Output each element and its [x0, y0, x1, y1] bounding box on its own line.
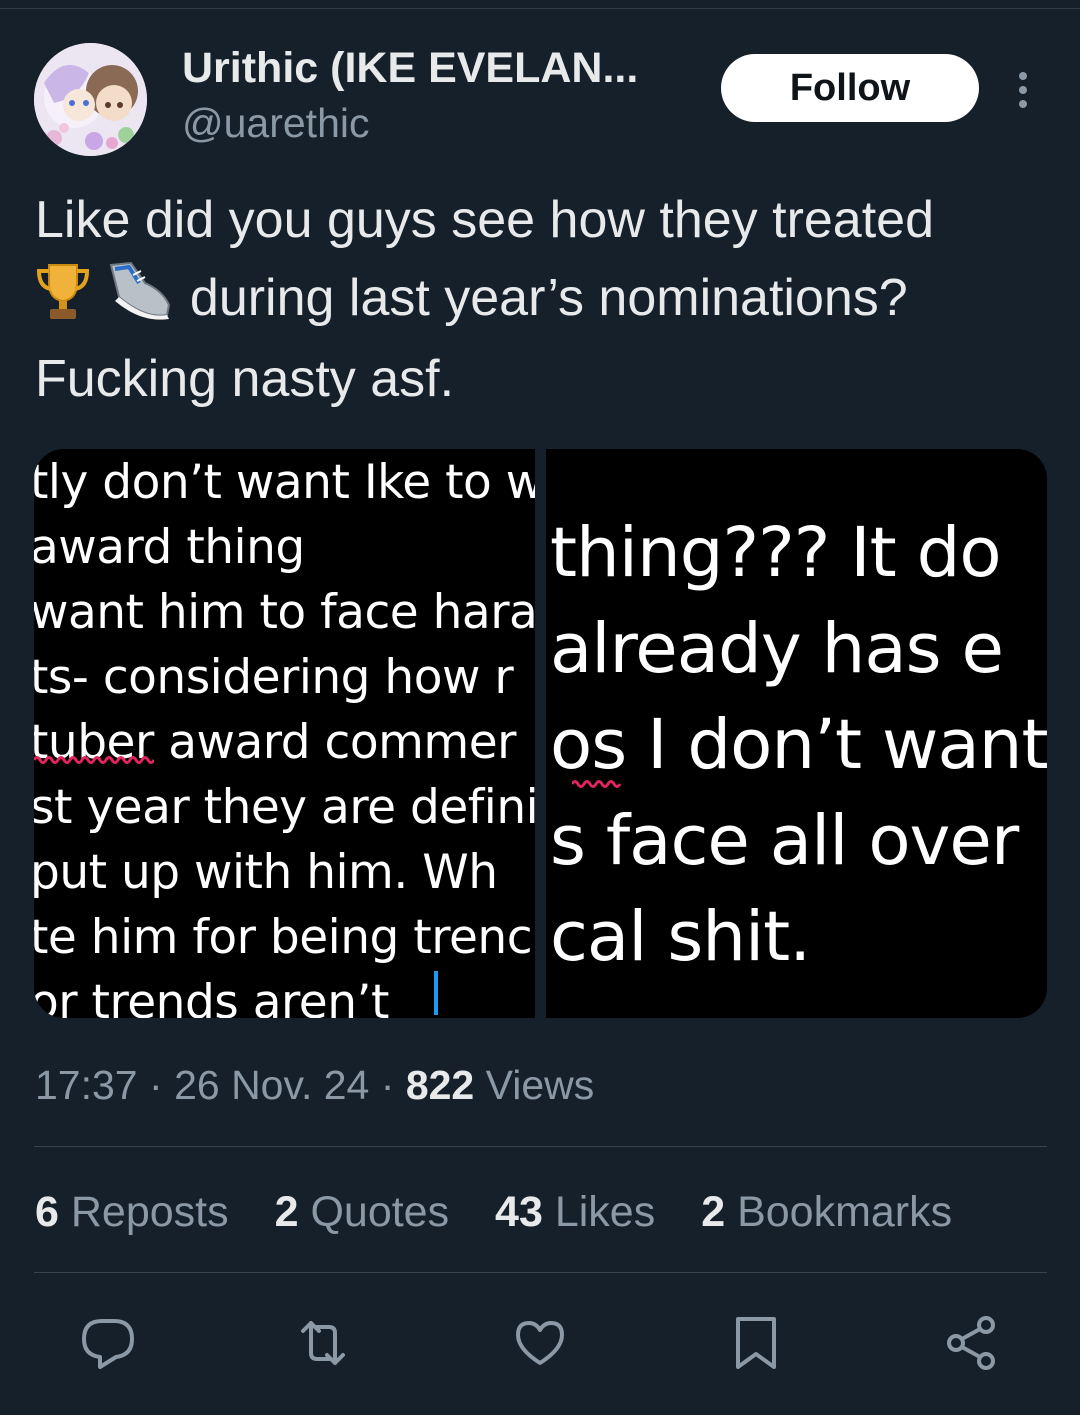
- media-image-left[interactable]: tly don’t want Ike to w award thing want…: [34, 449, 535, 1018]
- views-label: Views: [485, 1062, 595, 1108]
- tweet-line-2-text: during last year’s nominations?: [175, 269, 908, 327]
- tweet-date[interactable]: 26 Nov. 24: [174, 1062, 369, 1108]
- tweet-line-2: during last year’s nominations?: [35, 257, 1045, 343]
- reposts-stat[interactable]: 6 Reposts: [35, 1188, 229, 1236]
- media-grid[interactable]: tly don’t want Ike to w award thing want…: [34, 449, 1047, 1018]
- media-right-line: cal shit.: [550, 897, 811, 977]
- text-cursor: [434, 971, 438, 1015]
- quotes-label: Quotes: [310, 1188, 450, 1236]
- media-left-line: tly don’t want Ike to w: [34, 455, 535, 510]
- follow-button[interactable]: Follow: [721, 54, 979, 122]
- author-handle[interactable]: @uarethic: [182, 100, 369, 147]
- tweet-meta: 17:37 · 26 Nov. 24 · 822 Views: [35, 1062, 594, 1109]
- media-right-line: os I don’t want: [550, 705, 1047, 785]
- bookmarks-count: 2: [701, 1188, 726, 1236]
- like-icon[interactable]: [510, 1313, 570, 1373]
- tweet-line-3: Fucking nasty asf.: [35, 350, 455, 408]
- tweet-stats: 6 Reposts 2 Quotes 43 Likes 2 Bookmarks: [35, 1188, 986, 1237]
- likes-stat[interactable]: 43 Likes: [495, 1188, 655, 1236]
- avatar-image: [34, 43, 147, 156]
- meta-separator: ·: [380, 1062, 395, 1108]
- media-right-line: already has e: [550, 609, 1004, 689]
- likes-count: 43: [495, 1188, 543, 1236]
- media-image-right[interactable]: thing??? It do already has e os I don’t …: [546, 449, 1047, 1018]
- share-icon[interactable]: [942, 1313, 1002, 1373]
- spellcheck-underline-icon: [572, 780, 622, 788]
- avatar[interactable]: [34, 43, 147, 156]
- reposts-label: Reposts: [70, 1188, 229, 1236]
- media-left-line: st year they are defini: [34, 780, 535, 835]
- reply-icon[interactable]: [78, 1313, 138, 1373]
- bookmarks-label: Bookmarks: [737, 1188, 953, 1236]
- tweet-text: Like did you guys see how they treated d…: [35, 184, 1045, 416]
- tweet-line-1: Like did you guys see how they treated: [35, 191, 935, 249]
- reposts-count: 6: [35, 1188, 59, 1236]
- divider: [34, 1272, 1047, 1273]
- divider: [34, 1146, 1047, 1147]
- media-left-line: or trends aren’t: [34, 975, 389, 1018]
- quotes-count: 2: [274, 1188, 299, 1236]
- media-left-line: want him to face hara: [34, 585, 535, 640]
- media-left-line: ts- considering how r: [34, 650, 514, 705]
- repost-icon[interactable]: [293, 1313, 353, 1373]
- tweet-time[interactable]: 17:37: [35, 1062, 138, 1108]
- meta-separator: ·: [149, 1062, 163, 1108]
- views-count: 822: [405, 1062, 475, 1108]
- sneaker-emoji-icon: [105, 257, 175, 343]
- media-left-line: te him for being trenc: [34, 910, 533, 965]
- spellcheck-underline-icon: [34, 756, 154, 764]
- bookmark-icon[interactable]: [726, 1313, 786, 1373]
- media-right-line: s face all over: [550, 801, 1019, 881]
- media-right-line: thing??? It do: [550, 513, 1002, 593]
- quotes-stat[interactable]: 2 Quotes: [275, 1188, 450, 1236]
- trophy-emoji-icon: [35, 261, 91, 343]
- author-display-name[interactable]: Urithic (IKE EVELAN...: [182, 44, 638, 93]
- media-left-line: put up with him. Wh: [34, 845, 498, 900]
- more-options-icon[interactable]: [1010, 70, 1036, 110]
- media-left-line: award thing: [34, 520, 305, 575]
- top-divider: [0, 8, 1080, 9]
- bookmarks-stat[interactable]: 2 Bookmarks: [701, 1188, 952, 1236]
- likes-label: Likes: [554, 1188, 656, 1236]
